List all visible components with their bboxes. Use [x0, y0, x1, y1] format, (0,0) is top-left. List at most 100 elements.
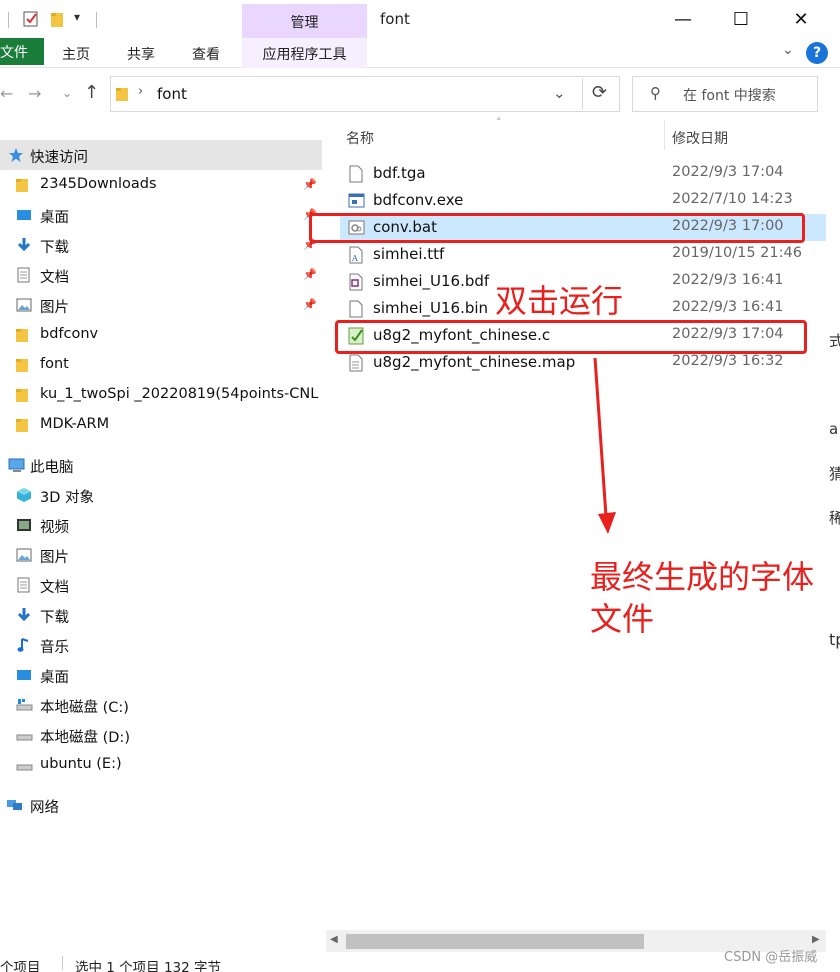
- file-name: simhei_U16.bin: [373, 299, 489, 317]
- recent-locations-icon[interactable]: ⌄: [62, 86, 72, 100]
- sidebar-item-quick[interactable]: 文档 📌: [0, 260, 322, 290]
- breadcrumb-chevron-icon[interactable]: ›: [138, 84, 143, 99]
- background-glyph: a: [829, 420, 839, 438]
- tab-home[interactable]: 主页: [62, 44, 90, 64]
- nav-label: 下载: [40, 240, 69, 256]
- folder-icon: [16, 387, 32, 403]
- folder-icon: [16, 177, 32, 193]
- nav-label: bdfconv: [40, 326, 99, 342]
- nav-label: 视频: [40, 520, 69, 536]
- scrollbar-thumb[interactable]: [346, 934, 644, 949]
- maximize-button[interactable]: ☐: [710, 0, 772, 38]
- video-icon: [16, 517, 32, 533]
- nav-quick-access[interactable]: 快速访问: [0, 140, 322, 170]
- file-name: bdf.tga: [373, 164, 426, 182]
- column-header-date[interactable]: 修改日期: [672, 128, 728, 148]
- sidebar-item-pc[interactable]: 文档: [0, 570, 322, 600]
- music-icon: [16, 637, 32, 653]
- sidebar-item-pc[interactable]: 本地磁盘 (D:): [0, 720, 322, 750]
- file-date: 2022/9/3 16:32: [672, 353, 784, 369]
- drive-icon: [16, 757, 33, 773]
- scroll-left-icon[interactable]: ◀: [330, 934, 338, 945]
- help-icon[interactable]: ?: [806, 42, 828, 64]
- sidebar-item-pc[interactable]: ubuntu (E:): [0, 750, 322, 780]
- navigation-pane: 快速访问 2345Downloads 📌 桌面 📌 下载 📌 文档 📌 图片 📌 bdfconv fo…: [0, 118, 322, 958]
- expand-ribbon-icon[interactable]: ⌄: [782, 42, 794, 58]
- file-row[interactable]: Asimhei.ttf 2019/10/15 21:46: [340, 241, 830, 268]
- properties-icon[interactable]: [22, 10, 40, 28]
- file-date: 2022/9/3 16:41: [672, 272, 784, 288]
- sidebar-item-quick[interactable]: MDK-ARM: [0, 410, 322, 440]
- sidebar-item-pc[interactable]: 本地磁盘 (C:): [0, 690, 322, 720]
- folder-icon[interactable]: [50, 10, 66, 28]
- file-row[interactable]: bdf.tga 2022/9/3 17:04: [340, 160, 830, 187]
- nav-label: 本地磁盘 (D:): [40, 730, 130, 746]
- manage-tab-label: 管理: [290, 15, 319, 31]
- nav-label: 图片: [40, 300, 69, 316]
- watermark: CSDN @岳振威: [724, 950, 818, 965]
- nav-label: 图片: [40, 550, 69, 566]
- search-placeholder: 在 font 中搜索: [683, 88, 776, 104]
- nav-label: 桌面: [40, 670, 69, 686]
- back-arrow-icon[interactable]: ←: [0, 84, 13, 103]
- file-row[interactable]: bdfconv.exe 2022/7/10 14:23: [340, 187, 830, 214]
- picture-icon: [16, 547, 32, 563]
- sidebar-item-quick[interactable]: 下载 📌: [0, 230, 322, 260]
- breadcrumb-current[interactable]: font: [157, 85, 187, 103]
- file-date: 2019/10/15 21:46: [672, 245, 802, 261]
- sidebar-item-pc[interactable]: 3D 对象: [0, 480, 322, 510]
- sidebar-item-pc[interactable]: 视频: [0, 510, 322, 540]
- column-header-name[interactable]: 名称: [346, 128, 374, 148]
- column-separator[interactable]: [664, 120, 665, 150]
- map-file-icon: [348, 354, 365, 372]
- nav-label: ku_1_twoSpi _20220819(54points-CNL: [40, 386, 319, 402]
- file-name: simhei_U16.bdf: [373, 272, 490, 290]
- sidebar-item-pc[interactable]: 下载: [0, 600, 322, 630]
- separator: [96, 12, 97, 28]
- annotation-box-conv-bat: [309, 213, 805, 243]
- desktop-icon: [16, 207, 32, 223]
- background-glyph: 猜: [829, 465, 840, 483]
- nav-label: 文档: [40, 270, 69, 286]
- nav-label: 2345Downloads: [40, 176, 157, 192]
- sidebar-item-pc[interactable]: 图片: [0, 540, 322, 570]
- sidebar-item-quick[interactable]: bdfconv: [0, 320, 322, 350]
- nav-label: font: [40, 356, 69, 372]
- annotation-box-c-file: [335, 320, 807, 354]
- tab-view[interactable]: 查看: [192, 44, 220, 64]
- nav-this-pc[interactable]: 此电脑: [0, 450, 322, 480]
- up-arrow-icon[interactable]: ↑: [84, 82, 99, 103]
- pin-icon[interactable]: 📌: [303, 178, 317, 191]
- refresh-icon[interactable]: ⟳: [592, 82, 607, 103]
- forward-arrow-icon[interactable]: →: [28, 84, 41, 103]
- sidebar-item-quick[interactable]: font: [0, 350, 322, 380]
- minimize-button[interactable]: —: [652, 0, 714, 38]
- file-name: u8g2_myfont_chinese.map: [373, 353, 576, 371]
- nav-network[interactable]: 网络: [0, 790, 322, 820]
- folder-icon: [16, 357, 32, 373]
- file-name: simhei.ttf: [373, 245, 445, 263]
- document-icon: [16, 577, 32, 593]
- ribbon-tabs: [0, 38, 840, 68]
- sidebar-item-pc[interactable]: 音乐: [0, 630, 322, 660]
- pin-icon[interactable]: 📌: [303, 298, 317, 311]
- nav-label: 文档: [40, 580, 69, 596]
- status-selection: 选中 1 个项目 132 字节: [75, 960, 222, 972]
- file-tab[interactable]: 文件: [0, 38, 44, 65]
- background-glyph: 稀: [829, 509, 840, 527]
- quick-access-toolbar-dropdown-icon[interactable]: ▾: [74, 10, 80, 24]
- sidebar-item-quick[interactable]: ku_1_twoSpi _20220819(54points-CNL: [0, 380, 322, 410]
- sidebar-item-quick[interactable]: 图片 📌: [0, 290, 322, 320]
- download-icon: [16, 607, 32, 623]
- pin-icon[interactable]: 📌: [303, 268, 317, 281]
- address-dropdown-icon[interactable]: ⌄: [553, 84, 566, 102]
- separator: [8, 12, 9, 28]
- scroll-right-icon[interactable]: ▶: [812, 934, 820, 945]
- tab-share[interactable]: 共享: [127, 44, 155, 64]
- sidebar-item-quick[interactable]: 2345Downloads 📌: [0, 170, 322, 200]
- close-button[interactable]: ✕: [770, 0, 832, 38]
- file-tab-label: 文件: [0, 45, 28, 61]
- maximize-icon: ☐: [732, 8, 750, 30]
- sidebar-item-pc[interactable]: 桌面: [0, 660, 322, 690]
- sidebar-item-quick[interactable]: 桌面 📌: [0, 200, 322, 230]
